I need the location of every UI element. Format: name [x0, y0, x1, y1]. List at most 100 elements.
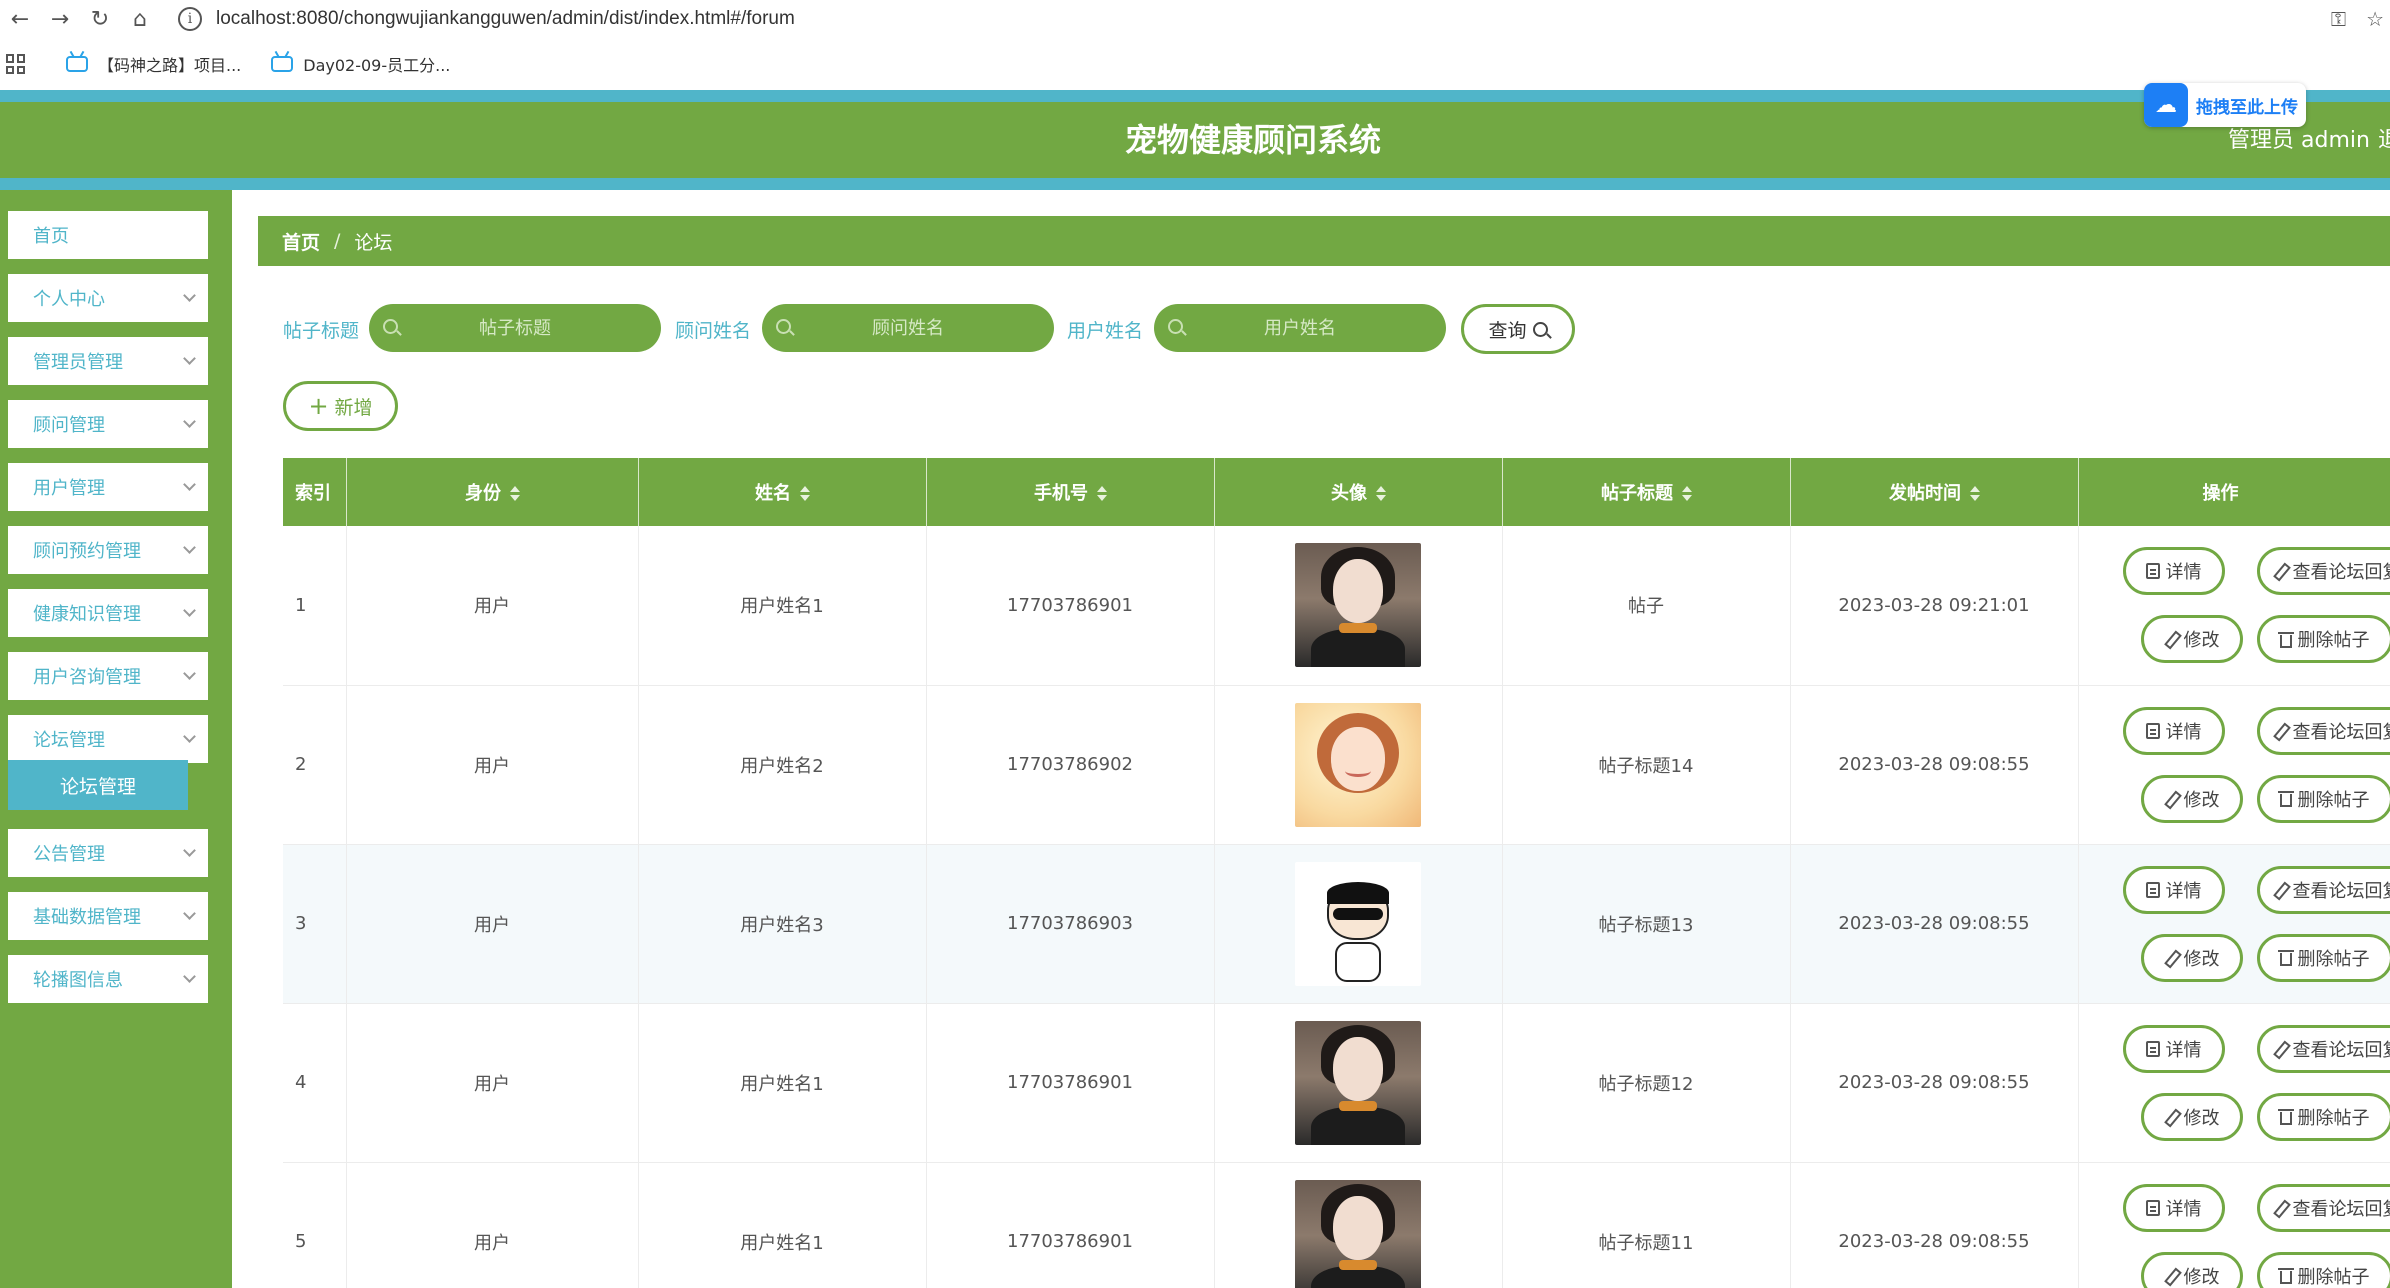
avatar[interactable]: [1295, 1020, 1421, 1145]
chevron-down-icon: [183, 667, 196, 680]
sidebar-item[interactable]: 基础数据管理: [8, 892, 208, 940]
column-header-phone[interactable]: 手机号: [926, 458, 1215, 526]
site-info-icon[interactable]: i: [178, 7, 202, 31]
key-icon[interactable]: ⚿: [2331, 7, 2346, 31]
chevron-down-icon: [183, 289, 196, 302]
forward-icon[interactable]: →: [40, 0, 80, 38]
sidebar-item[interactable]: 用户管理: [8, 463, 208, 511]
detail-button[interactable]: 详情: [2122, 865, 2225, 914]
cell-post-title: 帖子标题12: [1502, 1003, 1791, 1163]
sidebar-item[interactable]: 管理员管理: [8, 337, 208, 385]
apps-grid-icon[interactable]: [6, 54, 26, 74]
sort-icon[interactable]: [1375, 486, 1386, 502]
cell-name: 用户姓名1: [638, 1003, 927, 1163]
detail-button[interactable]: 详情: [2122, 706, 2225, 755]
column-header-name[interactable]: 姓名: [638, 458, 927, 526]
cell-avatar: [1214, 526, 1503, 686]
advisor-name-label: 顾问姓名: [675, 320, 752, 342]
sidebar-item[interactable]: 顾问管理: [8, 400, 208, 448]
view-replies-button[interactable]: 查看论坛回复: [2256, 1024, 2390, 1073]
view-replies-button[interactable]: 查看论坛回复: [2256, 865, 2390, 914]
column-header-role[interactable]: 身份: [346, 458, 639, 526]
column-header-post-time[interactable]: 发帖时间: [1790, 458, 2079, 526]
edit-button[interactable]: 修改: [2140, 1251, 2243, 1288]
back-icon[interactable]: ←: [0, 0, 40, 38]
chevron-down-icon: [183, 844, 196, 857]
post-title-label: 帖子标题: [283, 320, 360, 342]
sort-icon[interactable]: [1681, 486, 1692, 502]
detail-button[interactable]: 详情: [2122, 1183, 2225, 1232]
url-text: localhost:8080/chongwujiankangguwen/admi…: [216, 8, 795, 29]
cell-name: 用户姓名2: [638, 685, 927, 845]
detail-button[interactable]: 详情: [2122, 1024, 2225, 1073]
url-field[interactable]: i localhost:8080/chongwujiankangguwen/ad…: [178, 3, 2328, 35]
reload-icon[interactable]: ↻: [80, 0, 120, 38]
cell-post-time: 2023-03-28 09:08:55: [1790, 844, 2079, 1004]
column-header-post-title[interactable]: 帖子标题: [1502, 458, 1791, 526]
sidebar-item[interactable]: 健康知识管理: [8, 589, 208, 637]
avatar[interactable]: [1295, 1179, 1421, 1288]
view-replies-button[interactable]: 查看论坛回复: [2256, 1183, 2390, 1232]
sidebar-item[interactable]: 轮播图信息: [8, 955, 208, 1003]
home-icon[interactable]: ⌂: [120, 0, 160, 38]
avatar[interactable]: [1295, 702, 1421, 827]
view-replies-button[interactable]: 查看论坛回复: [2256, 706, 2390, 755]
sidebar-item[interactable]: 用户咨询管理: [8, 652, 208, 700]
cell-phone: 17703786903: [926, 844, 1215, 1004]
sort-icon[interactable]: [509, 486, 520, 502]
query-button[interactable]: 查询: [1461, 304, 1575, 354]
edit-button[interactable]: 修改: [2140, 933, 2243, 982]
sort-icon[interactable]: [1969, 486, 1980, 502]
sidebar-item[interactable]: 论坛管理: [8, 715, 208, 763]
sidebar-item-label: 管理员管理: [33, 352, 123, 373]
cell-phone: 17703786901: [926, 526, 1215, 686]
search-icon: [383, 319, 398, 334]
cell-index: 1: [283, 526, 347, 686]
delete-post-button[interactable]: 删除帖子: [2256, 1092, 2390, 1141]
cell-avatar: [1214, 1162, 1503, 1288]
delete-post-button[interactable]: 删除帖子: [2256, 774, 2390, 823]
avatar[interactable]: [1295, 543, 1421, 668]
sidebar-item[interactable]: 顾问预约管理: [8, 526, 208, 574]
document-icon: [2145, 881, 2160, 898]
sort-icon[interactable]: [1096, 486, 1107, 502]
breadcrumb-home[interactable]: 首页: [282, 228, 320, 255]
chevron-down-icon: [183, 478, 196, 491]
advisor-name-input[interactable]: [798, 317, 1018, 339]
sidebar-item-label: 论坛管理: [33, 730, 105, 751]
cell-name: 用户姓名1: [638, 526, 927, 686]
avatar[interactable]: [1295, 861, 1421, 986]
sidebar-item-label: 个人中心: [33, 289, 105, 310]
drag-upload-widget[interactable]: ☁ 拖拽至此上传: [2144, 83, 2306, 127]
chevron-down-icon: [183, 604, 196, 617]
chevron-down-icon: [183, 415, 196, 428]
submenu-forum-management[interactable]: 论坛管理: [8, 760, 188, 810]
delete-post-button[interactable]: 删除帖子: [2256, 1251, 2390, 1288]
cell-actions: 详情 查看论坛回复 修改 删除帖子: [2078, 844, 2390, 1004]
sidebar-item[interactable]: 公告管理: [8, 829, 208, 877]
edit-button[interactable]: 修改: [2140, 615, 2243, 664]
app-header: 宠物健康顾问系统 管理员 admin 退: [0, 102, 2390, 178]
detail-button[interactable]: 详情: [2122, 547, 2225, 596]
cell-index: 2: [283, 685, 347, 845]
post-title-input[interactable]: [405, 317, 625, 339]
sidebar-item[interactable]: 个人中心: [8, 274, 208, 322]
cell-role: 用户: [346, 685, 639, 845]
user-name-input[interactable]: [1190, 317, 1410, 339]
edit-button[interactable]: 修改: [2140, 774, 2243, 823]
sort-icon[interactable]: [799, 486, 810, 502]
bookmark-star-icon[interactable]: ☆: [2366, 7, 2384, 31]
add-button[interactable]: + 新增: [283, 381, 398, 431]
bookmark-item[interactable]: 【码神之路】项目...: [66, 52, 241, 76]
column-header-avatar[interactable]: 头像: [1214, 458, 1503, 526]
delete-post-button[interactable]: 删除帖子: [2256, 933, 2390, 982]
cell-role: 用户: [346, 1162, 639, 1288]
sidebar-item[interactable]: 首页: [8, 211, 208, 259]
cell-phone: 17703786901: [926, 1162, 1215, 1288]
delete-post-button[interactable]: 删除帖子: [2256, 615, 2390, 664]
logout-link[interactable]: 退: [2378, 122, 2390, 154]
chevron-down-icon: [183, 541, 196, 554]
view-replies-button[interactable]: 查看论坛回复: [2256, 547, 2390, 596]
bookmark-item[interactable]: Day02-09-员工分...: [271, 52, 450, 76]
edit-button[interactable]: 修改: [2140, 1092, 2243, 1141]
